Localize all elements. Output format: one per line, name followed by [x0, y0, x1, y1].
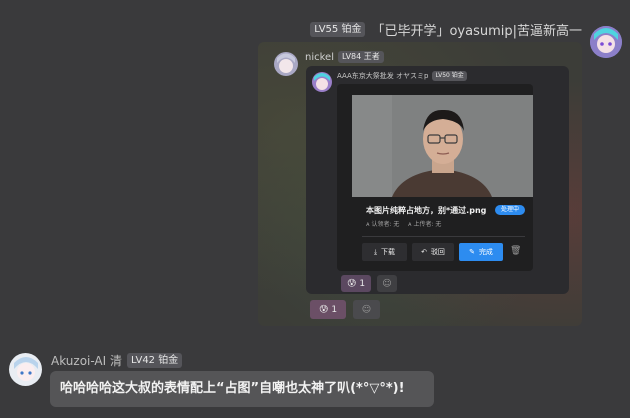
claimer-meta: ᴀ 认领者: 无 — [366, 219, 399, 228]
self-avatar[interactable] — [590, 26, 622, 58]
uploader-text: 上传者: 无 — [413, 221, 442, 228]
complete-button[interactable]: ✎ 完成 — [459, 243, 503, 261]
uploader-meta: ᴀ 上传者: 无 — [408, 219, 441, 228]
download-icon: ⤓ — [373, 247, 378, 256]
sender-name[interactable]: AAA东京大祭批发 オヤスミp — [337, 71, 428, 81]
download-button[interactable]: ⤓ 下载 — [362, 243, 407, 261]
claimer-text: 认领者: 无 — [371, 221, 400, 228]
smiley-add-icon: ☺ — [361, 304, 372, 315]
reject-label: 驳回 — [430, 248, 445, 256]
grimace-emoji-icon: 😰 — [318, 304, 329, 315]
bot-header: Akuzoi-AI 清 LV42 铂金 — [51, 352, 183, 369]
inner-sender-header: AAA东京大祭批发 オヤスミp LV50 铂金 — [337, 71, 467, 81]
divider — [362, 236, 525, 237]
image-caption: 本图片纯粹占地方，别*通过.png — [366, 206, 487, 215]
anime-avatar-icon — [274, 52, 298, 76]
reaction-chip[interactable]: 😰 1 — [310, 300, 346, 319]
level-badge: LV42 铂金 — [127, 353, 183, 368]
add-reaction-button[interactable]: ☺ — [353, 300, 380, 319]
trash-icon[interactable]: 🗑 — [510, 246, 521, 256]
grimace-emoji-icon: 😰 — [346, 278, 357, 289]
level-badge: LV55 铂金 — [310, 22, 366, 37]
level-badge: LV50 铂金 — [432, 71, 467, 81]
anime-avatar-icon — [590, 26, 622, 58]
reaction-chip[interactable]: 😰 1 — [341, 275, 371, 292]
anime-avatar-icon — [312, 72, 332, 92]
status-badge: 处理中 — [495, 205, 525, 215]
complete-label: 完成 — [478, 248, 493, 256]
sender-name[interactable]: Akuzoi-AI 清 — [51, 352, 122, 369]
message-text: 「已毕开学」oyasumip|苦逼新高一 — [371, 24, 582, 39]
nickel-avatar[interactable] — [274, 52, 298, 76]
download-label: 下载 — [381, 248, 396, 256]
nickel-header: nickel LV84 王者 — [305, 51, 384, 63]
anime-avatar-icon — [9, 353, 42, 386]
smiley-add-icon: ☺ — [382, 278, 392, 289]
self-message-row: LV55 铂金 「已毕开学」oyasumip|苦逼新高一 — [310, 20, 582, 39]
undo-icon: ↶ — [421, 248, 427, 256]
level-badge: LV84 王者 — [337, 51, 384, 63]
reaction-count: 1 — [359, 278, 366, 289]
person-photo — [352, 95, 533, 197]
add-reaction-button[interactable]: ☺ — [377, 275, 397, 292]
message-text: 哈哈哈哈这大叔的表情配上“占图”自嘲也太神了叭(*°▽°*)! — [60, 381, 405, 396]
user-icon: ᴀ — [366, 221, 370, 228]
brush-icon: ✎ — [469, 248, 475, 256]
bot-avatar[interactable] — [9, 353, 42, 386]
reject-button[interactable]: ↶ 驳回 — [412, 243, 454, 261]
sender-name[interactable]: nickel — [305, 52, 334, 63]
message-bubble[interactable]: 哈哈哈哈这大叔的表情配上“占图”自嘲也太神了叭(*°▽°*)! — [50, 371, 434, 407]
photo[interactable] — [352, 95, 533, 197]
reaction-count: 1 — [331, 304, 338, 315]
user-icon: ᴀ — [408, 221, 412, 228]
inner-sender-avatar[interactable] — [312, 72, 332, 92]
